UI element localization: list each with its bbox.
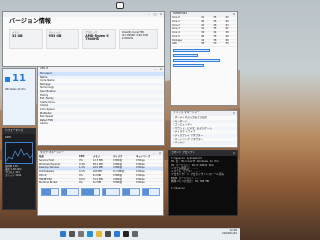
sensor-row[interactable]: GPU 38 33 55 — [171, 43, 237, 48]
spec-card: メモリ 32 GB — [9, 28, 43, 49]
taskbar: 12:00 2024/01/01 — [0, 228, 240, 240]
process-cell: 0% — [78, 182, 92, 187]
process-table: 名前 CPU メモリ ディスク ネットワーク Service Host 0% 12.3 MB… — [38, 155, 163, 187]
process-cell: 0 MB/秒 — [111, 182, 136, 187]
usage-bars — [38, 186, 163, 198]
sensor-cell: GPU — [171, 43, 201, 48]
spec-cards: メモリ 32 GB ストレージ 953 GB プロセッサ AMD Ryzen 9… — [3, 28, 164, 50]
cpuz-window: CPU-Z – × Processor Name Code Name Package Te… — [37, 66, 165, 146]
sensor-bar — [173, 49, 211, 53]
process-cell: Runtime Broker — [38, 182, 78, 187]
taskbar-icons — [60, 231, 138, 237]
sensor-graphs — [171, 49, 237, 68]
title-text: パフォーマンス — [5, 129, 24, 133]
sensor-bar — [173, 59, 220, 63]
console-output: C:\Users> systeminfo OS 名: Microsoft Wind… — [169, 156, 237, 193]
process-cell: 0 Mbps — [135, 182, 163, 187]
task-manager-window: タスク マネージャー – × 名前 CPU メモリ ディスク ネットワーク Service… — [37, 150, 164, 216]
close-icon[interactable]: × — [158, 67, 164, 71]
phone-link-icon[interactable] — [116, 2, 124, 9]
clock-date: 2024/01/01 — [222, 231, 237, 235]
console-window: コマンド プロンプト × C:\Users> systeminfo OS 名: M… — [168, 150, 238, 216]
close-icon[interactable]: × — [231, 111, 237, 115]
process-row[interactable]: Runtime Broker 0% 6.2 MB 0 MB/秒 0 Mbps — [38, 182, 163, 187]
usage-bar — [41, 188, 60, 197]
spec-card: プロセッサ AMD Ryzen 9 7940HS — [82, 28, 116, 49]
edge-icon[interactable] — [87, 231, 93, 237]
console-line: C:\Users> — [171, 186, 186, 190]
spec-card: ストレージ 953 GB — [45, 28, 80, 49]
perf-stats: 使用率 12% 速度 2.90 GHz プロセス 221 スレッド 3012 — [3, 165, 35, 178]
title-text: CPU-Z — [40, 67, 48, 71]
page-title: バージョン情報 — [9, 18, 51, 25]
sensor-cell: 55 — [224, 43, 237, 48]
spec-card: Intel(R) Core(TM) i9-13905H 2.60 GHz 2.6… — [118, 28, 159, 49]
hwinfo-window: HWiNFO64 × Core 0 41 35 62 Core 1 40 35 60 Core … — [170, 11, 238, 106]
usage-bar — [101, 188, 120, 197]
sensor-bar — [173, 64, 204, 68]
usage-bar — [141, 188, 161, 197]
card-value: 32 GB — [12, 33, 23, 38]
sensor-cell: 38 — [200, 43, 213, 48]
usage-bar-fill — [122, 189, 130, 196]
clock[interactable]: 12:00 2024/01/01 — [222, 229, 237, 236]
cpuz-row[interactable]: Cache — [38, 122, 164, 126]
terminal-icon[interactable] — [123, 231, 129, 237]
sensor-table: Core 0 41 35 62 Core 1 40 35 60 Core 2 42 36 63 Core… — [171, 16, 237, 48]
sensor-cell: 33 — [212, 43, 225, 48]
windows-edition: Windows 11 Pro — [5, 88, 26, 91]
cpu-label: CPU — [5, 135, 12, 139]
title-text: デバイス マネージャー — [173, 111, 200, 115]
usage-bar-fill — [102, 189, 106, 196]
title-text: コマンド プロンプト — [171, 151, 196, 155]
sensor-bar — [173, 54, 198, 58]
task-view-icon[interactable] — [78, 231, 84, 237]
cpu-usage-line — [6, 148, 34, 162]
usage-bar-fill — [62, 189, 68, 196]
card-line: 2.60GHz — [121, 36, 133, 40]
settings-icon[interactable] — [132, 231, 138, 237]
device-manager-window: デバイス マネージャー × › オーディオの入力および出力 › キーボード › コン… — [170, 110, 238, 148]
performance-window: パフォーマンス CPU 使用率 12% 速度 2.90 GHz プロセス 221 スレ… — [2, 128, 36, 210]
close-icon[interactable]: × — [231, 12, 237, 16]
windows-logo-icon — [5, 77, 10, 82]
card-value: 953 GB — [48, 33, 62, 38]
device-tree: › オーディオの入力および出力 › キーボード › コンピューター › サウンド、ビデ… — [171, 116, 237, 145]
process-cell: 6.2 MB — [91, 182, 112, 187]
store-icon[interactable] — [105, 231, 111, 237]
cpu-graph — [5, 142, 34, 165]
close-icon[interactable]: × — [157, 151, 163, 155]
usage-bar — [81, 188, 100, 197]
close-icon[interactable]: × — [158, 12, 164, 16]
usage-bar-fill — [142, 189, 149, 196]
perf-stat: スレッド 3012 — [5, 173, 22, 177]
cpuz-list: Processor Name Code Name Package Technology S… — [38, 72, 164, 126]
start-icon[interactable] — [60, 231, 66, 237]
usage-bar-fill — [42, 189, 51, 196]
settings-window: – □ × バージョン情報 メモリ 32 GB ストレージ 953 GB プロセッサ… — [2, 11, 165, 67]
windows-version-number: 11 — [12, 73, 26, 84]
explorer-icon[interactable] — [96, 231, 102, 237]
winver-window: 11 Windows 11 Pro — [2, 68, 36, 126]
card-value: AMD Ryzen 9 7940HS — [85, 33, 109, 42]
close-icon[interactable]: × — [231, 151, 237, 155]
usage-bar — [121, 188, 140, 197]
usage-bar — [61, 188, 80, 197]
search-icon[interactable] — [69, 231, 75, 237]
device-category[interactable]: › バッテリ — [171, 141, 237, 145]
mail-icon[interactable] — [114, 231, 120, 237]
usage-bar-fill — [82, 189, 94, 196]
